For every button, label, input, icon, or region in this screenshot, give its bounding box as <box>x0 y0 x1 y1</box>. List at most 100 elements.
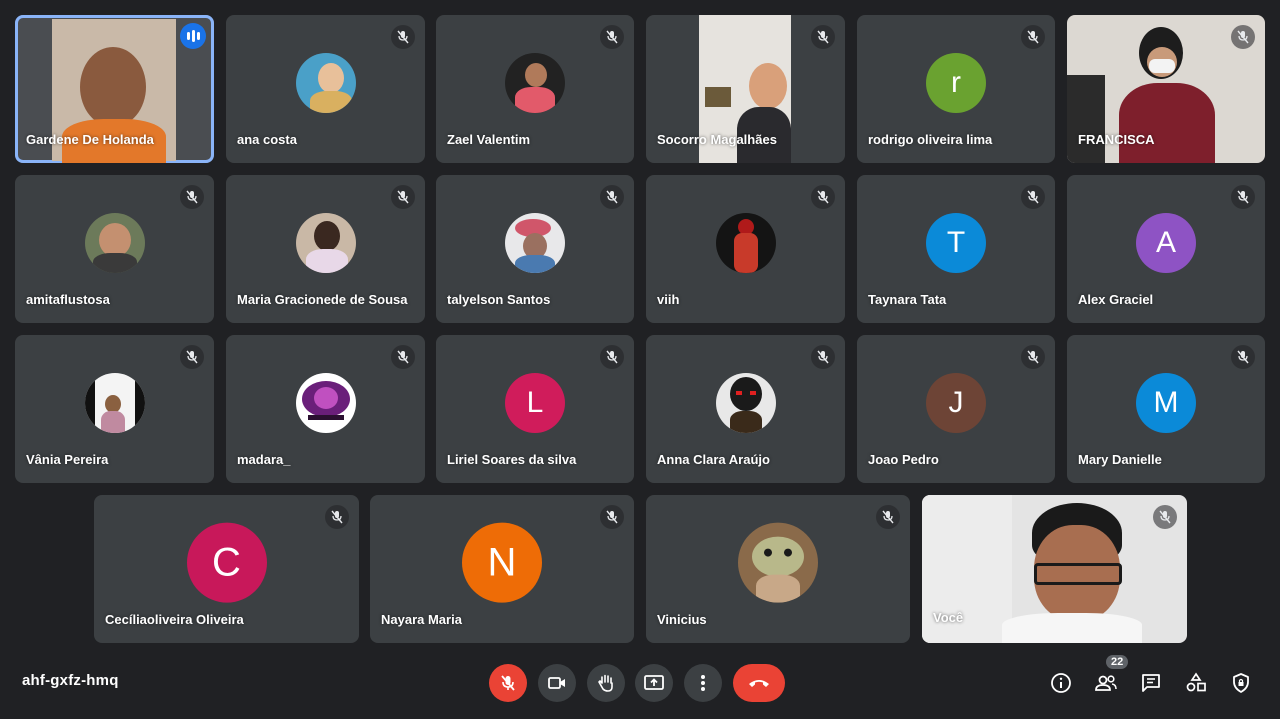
mic-muted-icon <box>391 185 415 209</box>
participant-name: madara_ <box>237 452 291 467</box>
participant-name: Joao Pedro <box>868 452 939 467</box>
mic-muted-icon <box>391 25 415 49</box>
participant-tile[interactable]: madara_ <box>226 335 425 483</box>
mic-off-icon <box>501 675 515 691</box>
participant-tile[interactable]: amitaflustosa <box>15 175 214 323</box>
more-options-button[interactable] <box>684 664 722 702</box>
info-icon <box>1051 673 1071 693</box>
participant-name: Vânia Pereira <box>26 452 109 467</box>
participant-tile[interactable]: Zael Valentim <box>436 15 634 163</box>
meeting-details-button[interactable] <box>1045 667 1077 699</box>
participant-name: Vinicius <box>657 612 707 627</box>
participant-avatar <box>295 53 356 113</box>
participant-name: Gardene De Holanda <box>26 132 154 147</box>
self-tile[interactable]: Você <box>922 495 1187 643</box>
camera-icon <box>548 677 565 689</box>
host-controls-icon <box>1233 673 1249 693</box>
participant-avatar: M <box>1136 373 1196 433</box>
mic-muted-icon <box>811 345 835 369</box>
participants-button[interactable] <box>1090 667 1122 699</box>
participant-name: talyelson Santos <box>447 292 551 307</box>
participant-avatar: T <box>926 213 986 273</box>
mic-muted-icon <box>1153 505 1177 529</box>
mic-muted-icon <box>325 505 349 529</box>
mic-muted-icon <box>600 25 624 49</box>
mic-muted-icon <box>600 345 624 369</box>
participant-tile[interactable]: FRANCISCA <box>1067 15 1265 163</box>
mic-muted-icon <box>876 505 900 529</box>
participant-avatar <box>505 213 565 273</box>
self-name: Você <box>933 610 964 625</box>
speaking-indicator-icon <box>180 23 206 49</box>
participant-tile[interactable]: J Joao Pedro <box>857 335 1055 483</box>
participant-avatar <box>84 213 145 273</box>
participant-tile[interactable]: Maria Gracionede de Sousa <box>226 175 425 323</box>
mic-muted-icon <box>391 345 415 369</box>
participant-name: Cecíliaoliveira Oliveira <box>105 612 244 627</box>
participant-tile[interactable]: Socorro Magalhães <box>646 15 845 163</box>
mic-toggle-button[interactable] <box>489 664 527 702</box>
participant-name: Liriel Soares da silva <box>447 452 577 467</box>
bottom-bar: ahf-gxfz-hmq 22 <box>0 650 1280 719</box>
participant-avatar <box>84 373 145 433</box>
participant-avatar <box>505 53 565 113</box>
participant-tile[interactable]: Vânia Pereira <box>15 335 214 483</box>
participant-tile[interactable]: N Nayara Maria <box>370 495 634 643</box>
leave-call-button[interactable] <box>733 664 785 702</box>
participant-avatar: L <box>505 373 565 433</box>
end-call-icon <box>749 680 769 687</box>
participant-avatar: N <box>462 522 542 603</box>
participant-tile[interactable]: r rodrigo oliveira lima <box>857 15 1055 163</box>
participant-tile[interactable]: talyelson Santos <box>436 175 634 323</box>
participant-avatar <box>715 373 776 433</box>
participant-tile[interactable]: viih <box>646 175 845 323</box>
raise-hand-icon <box>598 674 613 692</box>
participant-avatar: r <box>926 53 986 113</box>
activities-button[interactable] <box>1180 667 1212 699</box>
participant-name: Taynara Tata <box>868 292 947 307</box>
participant-tile[interactable]: Vinicius <box>646 495 910 643</box>
participant-tile[interactable]: M Mary Danielle <box>1067 335 1265 483</box>
participant-avatar <box>715 213 776 273</box>
activities-icon <box>1186 672 1206 692</box>
mic-muted-icon <box>1021 25 1045 49</box>
mic-muted-icon <box>1021 345 1045 369</box>
mic-muted-icon <box>1231 345 1255 369</box>
participant-tile[interactable]: Anna Clara Araújo <box>646 335 845 483</box>
participant-avatar <box>738 522 818 603</box>
participant-name: Anna Clara Araújo <box>657 452 770 467</box>
participant-tile[interactable]: T Taynara Tata <box>857 175 1055 323</box>
participant-name: Mary Danielle <box>1078 452 1162 467</box>
participant-avatar: C <box>186 522 267 603</box>
participant-tile[interactable]: A Alex Graciel <box>1067 175 1265 323</box>
present-button[interactable] <box>635 664 673 702</box>
participant-name: Nayara Maria <box>381 612 462 627</box>
raise-hand-button[interactable] <box>587 664 625 702</box>
participant-tile[interactable]: Gardene De Holanda <box>15 15 214 163</box>
mic-muted-icon <box>1231 25 1255 49</box>
participant-avatar <box>295 213 356 273</box>
more-icon <box>701 675 705 691</box>
present-icon <box>644 675 664 690</box>
mic-muted-icon <box>1231 185 1255 209</box>
participant-tile[interactable]: C Cecíliaoliveira Oliveira <box>94 495 359 643</box>
chat-button[interactable] <box>1135 667 1167 699</box>
mic-muted-icon <box>180 345 204 369</box>
host-controls-button[interactable] <box>1225 667 1257 699</box>
participant-avatar: A <box>1136 213 1196 273</box>
participant-name: Zael Valentim <box>447 132 531 147</box>
participant-tile[interactable]: L Liriel Soares da silva <box>436 335 634 483</box>
mic-muted-icon <box>811 25 835 49</box>
participant-tile[interactable]: ana costa <box>226 15 425 163</box>
participant-name: rodrigo oliveira lima <box>868 132 993 147</box>
mic-muted-icon <box>600 505 624 529</box>
chat-icon <box>1142 674 1160 692</box>
participant-name: viih <box>657 292 680 307</box>
participants-count-badge: 22 <box>1106 655 1129 669</box>
participant-name: Alex Graciel <box>1078 292 1154 307</box>
participant-name: Maria Gracionede de Sousa <box>237 292 408 307</box>
participant-avatar: J <box>926 373 986 433</box>
participant-name: FRANCISCA <box>1078 132 1155 147</box>
camera-toggle-button[interactable] <box>538 664 576 702</box>
mic-muted-icon <box>811 185 835 209</box>
